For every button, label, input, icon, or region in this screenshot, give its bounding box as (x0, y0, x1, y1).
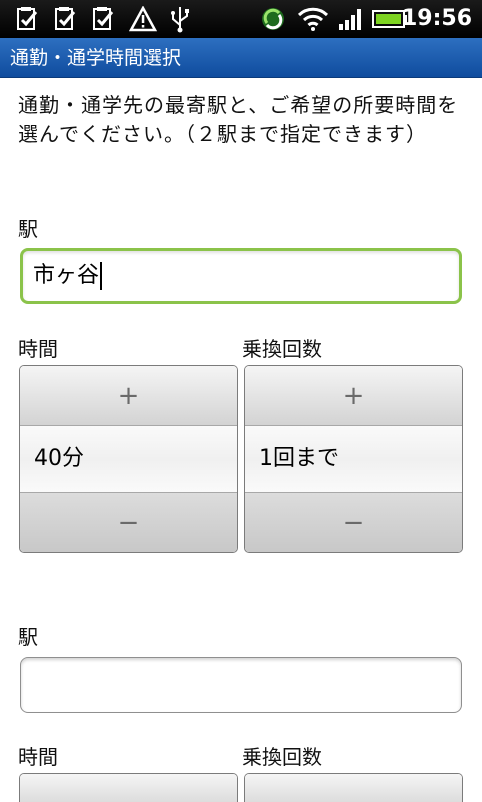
title-bar: 通勤・通学時間選択 (0, 38, 482, 78)
status-time: 19:56 (401, 6, 472, 31)
station1-transfer-picker: + 1回まで − (244, 365, 463, 553)
station1-input-value: 市ヶ谷 (33, 263, 100, 288)
station2-label: 駅 (18, 625, 38, 649)
signal-icon (336, 5, 366, 33)
transfer-increment-button[interactable]: + (245, 366, 462, 426)
page-title: 通勤・通学時間選択 (10, 47, 182, 69)
minus-icon: − (117, 507, 140, 538)
transfer-increment-button[interactable] (245, 774, 462, 802)
wifi-icon (296, 5, 330, 33)
sync-icon (258, 5, 288, 33)
usb-icon (168, 5, 192, 33)
text-caret (100, 262, 103, 290)
station1-time-picker: + 40分 − (19, 365, 238, 553)
time-decrement-button[interactable]: − (20, 492, 237, 552)
station2-transfer-picker (244, 773, 463, 802)
station1-transfer-label: 乗換回数 (242, 337, 322, 361)
transfer-decrement-button[interactable]: − (245, 492, 462, 552)
status-bar: 19:56 (0, 0, 482, 38)
plus-icon: + (342, 380, 365, 411)
transfer-value: 1回まで (259, 446, 339, 471)
transfer-value-display[interactable]: 1回まで (245, 426, 462, 492)
station1-time-label: 時間 (18, 337, 58, 361)
station2-time-label: 時間 (18, 745, 58, 769)
time-value: 40分 (34, 446, 84, 471)
time-value-display[interactable]: 40分 (20, 426, 237, 492)
station1-label: 駅 (18, 217, 38, 241)
station2-time-picker (19, 773, 238, 802)
instructions-text: 通勤・通学先の最寄駅と、ご希望の所要時間を選んでください。（２駅まで指定できます… (18, 93, 459, 146)
warning-icon (128, 5, 158, 33)
plus-icon: + (117, 380, 140, 411)
minus-icon: − (342, 507, 365, 538)
notification-check-icon (14, 5, 42, 33)
time-increment-button[interactable]: + (20, 366, 237, 426)
notification-check-icon (90, 5, 118, 33)
notification-check-icon (52, 5, 80, 33)
time-increment-button[interactable] (20, 774, 237, 802)
station2-transfer-label: 乗換回数 (242, 745, 322, 769)
station1-input[interactable]: 市ヶ谷 (20, 248, 462, 304)
station2-input[interactable] (20, 657, 462, 713)
